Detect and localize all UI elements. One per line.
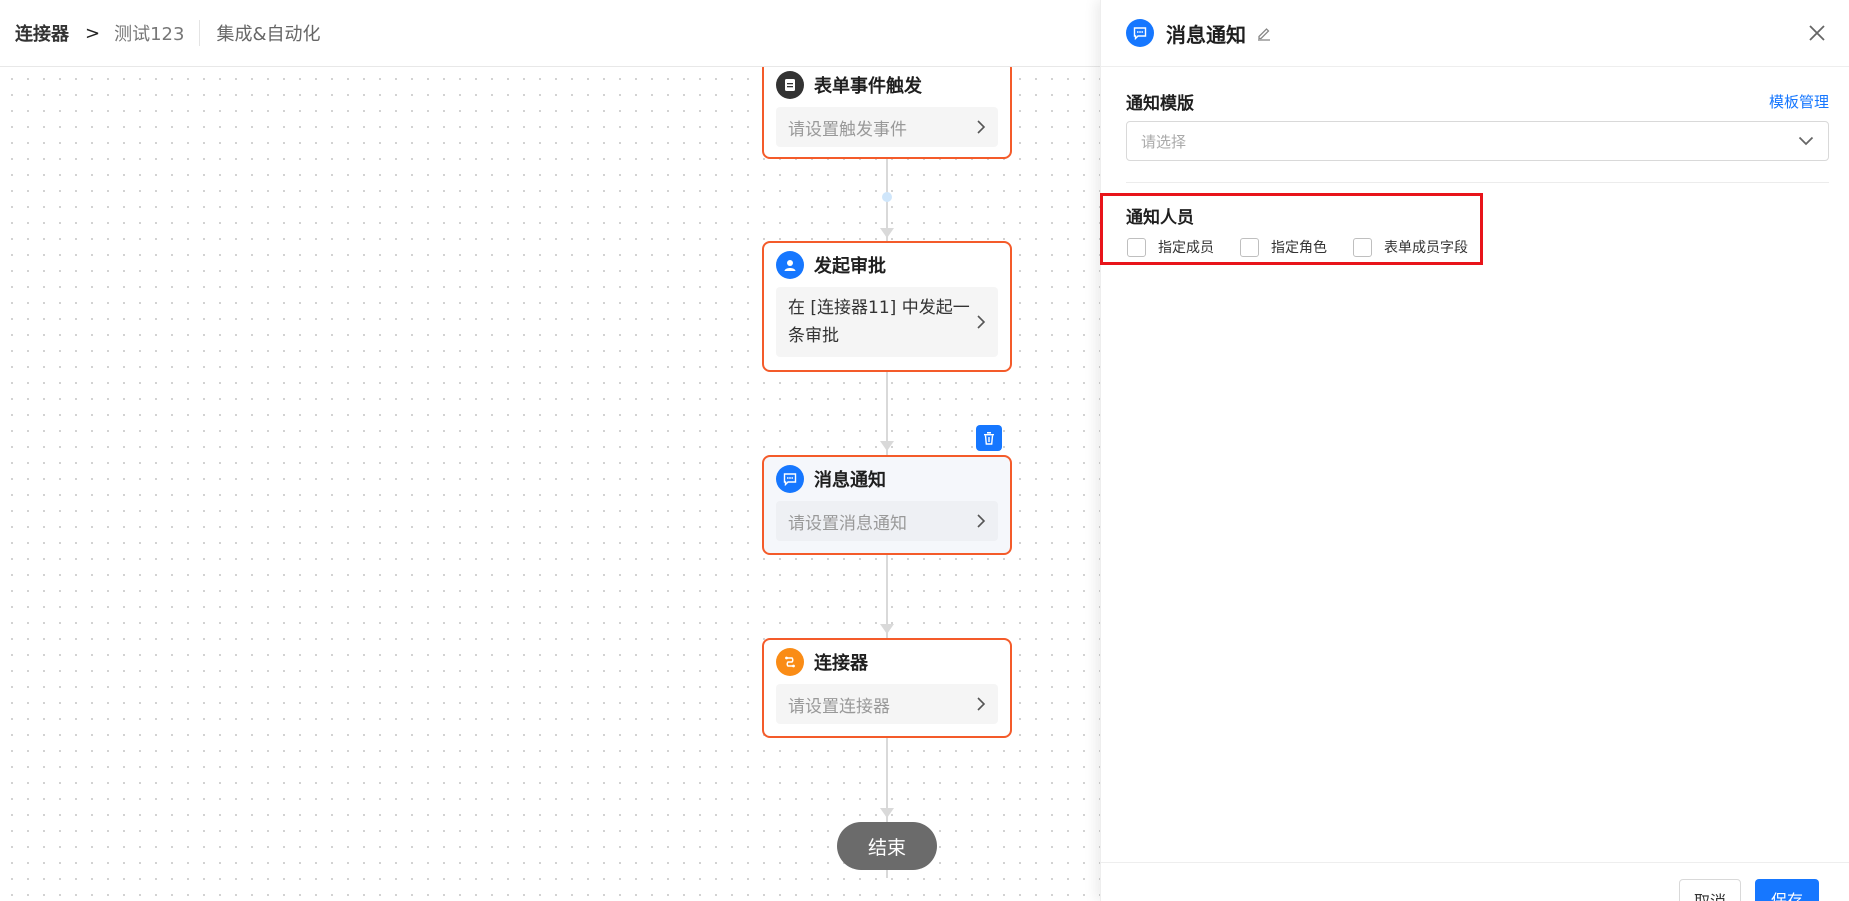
template-label: 通知模版 — [1126, 93, 1194, 114]
node-title: 连接器 — [814, 653, 868, 674]
checkbox-label: 指定成员 — [1158, 240, 1214, 256]
node-config-notify[interactable]: 请设置消息通知 — [776, 501, 998, 541]
checkbox-box[interactable] — [1240, 237, 1259, 257]
node-config-connector[interactable]: 请设置连接器 — [776, 684, 998, 724]
checkbox-form-member-field[interactable]: 表单成员字段 — [1353, 237, 1468, 257]
top-bar: 连接器 > 测试123 集成&自动化 — [0, 0, 1100, 67]
flow-add-point[interactable] — [882, 192, 892, 202]
recipients-label: 通知人员 — [1126, 208, 1194, 228]
delete-node-button[interactable] — [976, 425, 1002, 451]
node-body-text: 在 [连接器11] 中发起一条审批 — [788, 298, 970, 346]
flow-node-trigger[interactable]: 表单事件触发 请设置触发事件 — [762, 60, 1012, 159]
flow-node-approval[interactable]: 发起审批 在 [连接器11] 中发起一条审批 — [762, 241, 1012, 372]
breadcrumb-section[interactable]: 集成&自动化 — [216, 20, 320, 46]
flow-arrow-icon — [880, 808, 894, 818]
node-body-text: 请设置触发事件 — [788, 119, 907, 140]
breadcrumb-root[interactable]: 连接器 — [15, 20, 69, 46]
close-icon[interactable] — [1807, 23, 1827, 43]
recipients-section: 通知人员 指定成员 指定角色 表单成员字段 — [1101, 203, 1849, 257]
node-title: 发起审批 — [814, 256, 886, 277]
message-icon — [776, 465, 804, 493]
node-config-approval[interactable]: 在 [连接器11] 中发起一条审批 — [776, 287, 998, 357]
chevron-right-icon — [977, 697, 986, 711]
flow-end-node: 结束 — [837, 822, 937, 870]
trash-icon — [984, 432, 994, 445]
template-select-placeholder: 请选择 — [1141, 132, 1187, 151]
template-section: 通知模版 模板管理 请选择 — [1101, 89, 1849, 161]
checkbox-label: 指定角色 — [1271, 240, 1327, 256]
panel-footer: 取消 保存 — [1101, 862, 1849, 901]
chevron-down-icon — [1798, 136, 1814, 146]
message-icon — [1126, 19, 1154, 47]
user-icon — [776, 251, 804, 279]
edit-title-icon[interactable] — [1256, 25, 1272, 41]
node-settings-panel: 消息通知 通知模版 模板管理 请选择 通知人员 指定成员 指定角色 表单成员字段… — [1100, 0, 1849, 901]
breadcrumb-separator-icon: > — [85, 22, 101, 44]
checkbox-specified-members[interactable]: 指定成员 — [1127, 237, 1214, 257]
node-title: 消息通知 — [814, 470, 886, 491]
flow-arrow-icon — [880, 441, 894, 451]
chevron-right-icon — [977, 315, 986, 329]
save-button[interactable]: 保存 — [1755, 879, 1819, 901]
node-body-text: 请设置消息通知 — [788, 513, 907, 534]
breadcrumb-current[interactable]: 测试123 — [114, 20, 184, 46]
node-title: 表单事件触发 — [814, 76, 922, 97]
checkbox-box[interactable] — [1353, 237, 1372, 257]
flow-node-notify[interactable]: 消息通知 请设置消息通知 — [762, 455, 1012, 555]
recipients-options: 指定成员 指定角色 表单成员字段 — [1101, 237, 1829, 257]
chevron-right-icon — [977, 514, 986, 528]
topbar-divider — [199, 20, 201, 46]
flow-arrow-icon — [880, 228, 894, 238]
checkbox-specified-roles[interactable]: 指定角色 — [1240, 237, 1327, 257]
node-body-text: 请设置连接器 — [788, 696, 890, 717]
section-divider — [1126, 182, 1829, 183]
node-config-trigger[interactable]: 请设置触发事件 — [776, 107, 998, 147]
document-icon — [776, 71, 804, 99]
connector-icon — [776, 648, 804, 676]
checkbox-label: 表单成员字段 — [1384, 240, 1468, 256]
flow-node-connector[interactable]: 连接器 请设置连接器 — [762, 638, 1012, 738]
panel-title: 消息通知 — [1166, 22, 1246, 47]
checkbox-box[interactable] — [1127, 237, 1146, 257]
flow-arrow-icon — [880, 624, 894, 634]
panel-header: 消息通知 — [1101, 0, 1849, 67]
template-manage-link[interactable]: 模板管理 — [1769, 91, 1829, 112]
chevron-right-icon — [977, 120, 986, 134]
template-select[interactable]: 请选择 — [1126, 121, 1829, 161]
cancel-button[interactable]: 取消 — [1679, 879, 1741, 901]
